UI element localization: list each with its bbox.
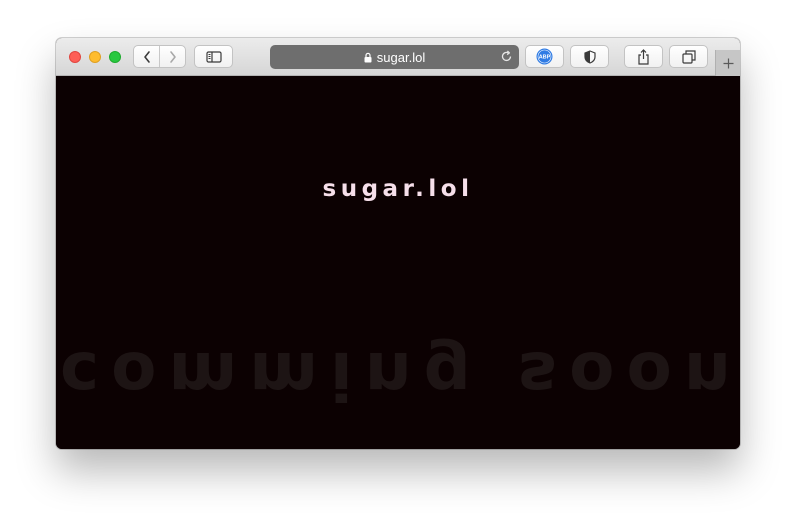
- reload-button[interactable]: [500, 50, 513, 68]
- sidebar-button[interactable]: [194, 45, 233, 68]
- privacy-shield-button[interactable]: [570, 45, 609, 68]
- chevron-right-icon: [169, 50, 176, 63]
- plus-icon: [723, 58, 733, 68]
- browser-window: sugar.lol ABP sugar.lol comming soon: [56, 38, 740, 449]
- forward-button[interactable]: [160, 46, 185, 67]
- svg-text:ABP: ABP: [539, 55, 551, 61]
- tab-overview-button[interactable]: [669, 45, 708, 68]
- adblock-extension-button[interactable]: ABP: [525, 45, 564, 68]
- tab-overview-icon: [681, 49, 696, 64]
- site-title: sugar.lol: [322, 176, 474, 202]
- navigation-buttons: [133, 45, 186, 68]
- minimize-window-button[interactable]: [89, 51, 101, 63]
- lock-icon: [364, 52, 372, 62]
- address-bar[interactable]: sugar.lol: [270, 45, 519, 69]
- web-content: sugar.lol comming soon: [56, 76, 740, 449]
- share-button[interactable]: [624, 45, 663, 68]
- new-tab-button[interactable]: [715, 50, 740, 76]
- close-window-button[interactable]: [69, 51, 81, 63]
- shield-icon: [583, 49, 596, 64]
- sidebar-icon: [205, 50, 222, 63]
- reload-icon: [501, 50, 512, 62]
- chevron-left-icon: [143, 50, 150, 63]
- browser-toolbar: sugar.lol ABP: [56, 38, 740, 76]
- zoom-window-button[interactable]: [109, 51, 121, 63]
- share-icon: [638, 48, 649, 65]
- back-button[interactable]: [134, 46, 160, 67]
- address-text[interactable]: sugar.lol: [377, 50, 425, 65]
- mirrored-coming-soon-text: comming soon: [60, 337, 740, 414]
- adblock-plus-icon: ABP: [536, 48, 553, 65]
